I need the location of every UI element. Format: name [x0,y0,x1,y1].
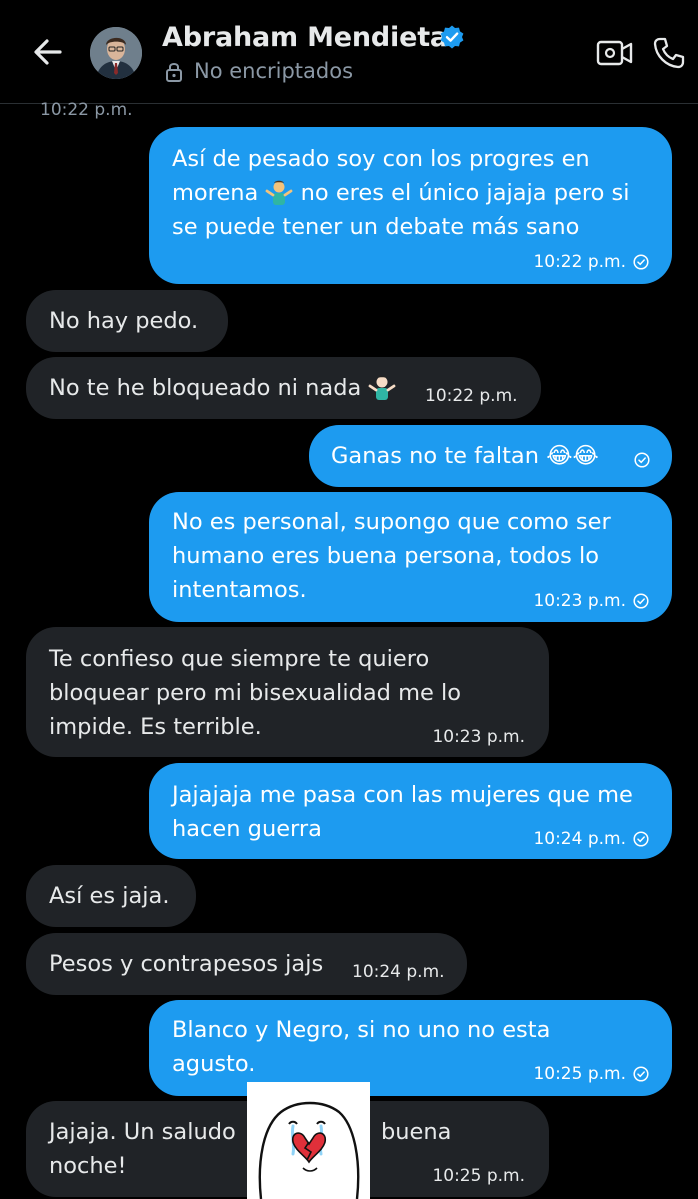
person-shrugging-emoji [369,375,396,400]
video-call-icon[interactable] [596,38,634,68]
message-text: No hay pedo. [49,308,199,334]
message-time: 10:25 p.m. [432,1166,525,1186]
outgoing-message[interactable]: Blanco y Negro, si no uno no esta agusto… [149,1000,672,1096]
message-text: se puede tener un debate más sano [172,214,580,240]
incoming-message[interactable]: Así es jaja. [26,865,196,927]
message-text: Pesos y contrapesos jajs [49,951,324,977]
message-text: No es personal, supongo que como ser [172,509,611,535]
message-meta: 10:23 p.m. [432,720,525,754]
message-time: 10:25 p.m. [533,1064,626,1084]
sent-check-icon [633,593,649,609]
message-meta: 10:25 p.m. [432,1159,525,1193]
sent-check-icon [634,452,650,468]
outgoing-message[interactable]: Ganas no te faltan 😂😂 [309,425,672,487]
crying-heart-sticker-icon [258,1101,360,1199]
message-text: No te he bloqueado ni nada [49,371,396,405]
message-text-part: morena [172,180,266,206]
message-time: 10:24 p.m. [533,829,626,849]
message-meta: 10:25 p.m. [533,1057,649,1091]
sent-check-icon [633,254,649,270]
message-text: buena [381,1119,452,1145]
lock-icon [166,63,182,82]
sent-check-icon [633,831,649,847]
outgoing-message[interactable]: No es personal, supongo que como ser hum… [149,492,672,622]
phone-call-icon[interactable] [652,36,686,70]
message-text: Así es jaja. [49,883,170,909]
contact-avatar[interactable] [90,27,142,79]
message-text: Así de pesado soy con los progres en [172,146,590,172]
message-timestamp: 10:22 p.m. [40,100,133,120]
verified-badge-icon [440,25,464,49]
contact-name[interactable]: Abraham Mendieta [162,22,448,53]
message-text: agusto. [172,1051,256,1077]
message-meta: 10:24 p.m. [352,955,445,989]
outgoing-message[interactable]: Jajajaja me pasa con las mujeres que me … [149,763,672,859]
chat-header: Abraham Mendieta No encriptados [0,0,698,104]
message-text: intentamos. [172,577,307,603]
message-text: morena no eres el único jajaja pero si [172,176,629,210]
message-meta: 10:22 p.m. [425,379,518,413]
incoming-message[interactable]: No hay pedo. [26,290,228,352]
incoming-message[interactable]: Te confieso que siempre te quiero bloque… [26,627,549,757]
message-text: humano eres buena persona, todos lo [172,543,600,569]
message-meta: 10:22 p.m. [533,245,649,279]
back-arrow-icon[interactable] [28,32,68,72]
message-time: 10:23 p.m. [432,727,525,747]
message-text: Ganas no te faltan 😂😂 [331,443,599,469]
message-text: impide. Es terrible. [49,714,262,740]
message-time: 10:22 p.m. [425,386,518,406]
message-text: bloquear pero mi bisexualidad me lo [49,680,461,706]
message-meta: 10:24 p.m. [533,822,649,856]
message-text: noche! [49,1153,127,1179]
message-text-part: no eres el único jajaja pero si [293,180,630,206]
message-text: hacen guerra [172,816,322,842]
flork-sticker [247,1082,370,1199]
message-time: 10:24 p.m. [352,962,445,982]
message-text: Jajajaja me pasa con las mujeres que me [172,782,633,808]
message-text: Te confieso que siempre te quiero [49,646,430,672]
outgoing-message[interactable]: Así de pesado soy con los progres en mor… [149,127,672,284]
message-time: 10:22 p.m. [533,252,626,272]
message-meta: 10:23 p.m. [533,584,649,618]
incoming-message[interactable]: Pesos y contrapesos jajs 10:24 p.m. [26,933,467,995]
incoming-message[interactable]: No te he bloqueado ni nada 10:22 p.m. [26,357,541,419]
message-text-part: No te he bloqueado ni nada [49,375,369,401]
encryption-status: No encriptados [194,59,354,83]
message-text: Blanco y Negro, si no uno no esta [172,1017,551,1043]
person-shrugging-emoji [266,180,293,205]
message-time: 10:23 p.m. [533,591,626,611]
sent-check-icon [633,1066,649,1082]
message-text: Jajaja. Un saludo [49,1119,236,1145]
